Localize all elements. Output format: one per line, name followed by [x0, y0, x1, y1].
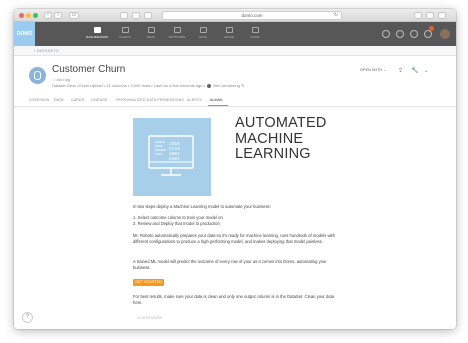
nav-item-alerts[interactable]: ALERTS — [112, 22, 138, 46]
dataset-header: Customer Churn ☆ Add tag Dataset View • … — [14, 56, 456, 96]
chat-icon — [147, 27, 155, 33]
more-icon — [251, 27, 259, 33]
back-button[interactable]: ‹ — [44, 12, 52, 19]
store-icon — [173, 27, 181, 33]
step-2-text: 2. Review and Deploy that model to produ… — [133, 221, 220, 226]
automl-heading: AUTOMATED MACHINE LEARNING — [235, 115, 327, 162]
tab-personalized-data-permissions[interactable]: PERSONALIZED DATA PERMISSIONS — [116, 98, 184, 102]
breadcrumb-bar: ‹ DATASETS — [14, 46, 456, 56]
alert-icon — [121, 27, 129, 33]
share-icon[interactable]: ⇪ — [398, 67, 403, 74]
zoom-window-button[interactable] — [33, 13, 38, 18]
nav-item-appstore[interactable]: APPSTORE — [164, 22, 190, 46]
share-page-icon[interactable] — [426, 12, 434, 19]
open-with-dropdown[interactable]: OPEN WITH ⌄ — [360, 68, 387, 72]
owner-name[interactable]: Ben Armstrong — [213, 83, 239, 88]
best-results-text: For best results, make sure your data is… — [133, 294, 335, 305]
browser-toolbar: ‹ › ▭ domo.com ↻ — [14, 9, 456, 22]
prediction-text: A trained ML model will predict the outc… — [133, 259, 327, 270]
minimize-window-button[interactable] — [26, 13, 31, 18]
reload-icon[interactable]: ↻ — [334, 12, 338, 19]
tab-automl[interactable]: AutoML — [210, 98, 223, 102]
dashboard-icon — [93, 27, 101, 33]
wrench-icon[interactable]: 🔧 — [411, 67, 418, 74]
share-icon[interactable] — [132, 12, 140, 19]
shield-icon[interactable] — [120, 12, 128, 19]
ml-illustration: 1010 0110 1001 0101 — [133, 118, 211, 196]
chevron-down-icon[interactable]: ⌄ — [424, 68, 428, 74]
dataset-meta: Dataset View • Excel Upload • 21 columns… — [52, 83, 245, 88]
bell-icon[interactable] — [424, 30, 432, 38]
address-bar[interactable]: domo.com ↻ — [162, 11, 342, 20]
page-title: Customer Churn — [52, 64, 126, 75]
nav-item-buzz[interactable]: BUZZ — [138, 22, 164, 46]
database-icon — [199, 27, 207, 33]
description-text: Mr. Roboto automatically prepares your d… — [133, 233, 335, 244]
computer-binary-icon: 1010 0110 1001 0101 — [148, 135, 194, 176]
extension-icon[interactable] — [144, 12, 152, 19]
tab-overview[interactable]: OVERVIEW — [29, 98, 50, 102]
nav-item-dashboards[interactable]: DASHBOARDS — [84, 22, 110, 46]
edit-icon[interactable]: ✎ — [241, 83, 244, 88]
download-icon[interactable] — [414, 12, 422, 19]
notification-badge — [429, 26, 434, 31]
tab-cards[interactable]: CARDS — [71, 98, 84, 102]
nav-item-admin[interactable]: ADMIN — [216, 22, 242, 46]
breadcrumb-datasets[interactable]: ‹ DATASETS — [34, 48, 59, 53]
intro-text: In two steps deploy a Machine Learning m… — [133, 204, 271, 209]
url-text: domo.com — [241, 13, 263, 18]
forward-button[interactable]: › — [54, 12, 62, 19]
tab-alerts[interactable]: ALERTS — [187, 98, 202, 102]
help-button[interactable]: ? — [22, 312, 33, 323]
domo-nav-bar: DOMO DASHBOARDS ALERTS BUZZ APPSTORE DAT… — [14, 22, 456, 46]
avatar[interactable] — [440, 29, 450, 39]
sidebar-toggle-button[interactable]: ▭ — [69, 12, 79, 19]
browser-window: ‹ › ▭ domo.com ↻ DOMO DASHBOARDS ALERTS … — [14, 9, 456, 329]
tab-data[interactable]: DATA — [54, 98, 64, 102]
nav-item-data[interactable]: DATA — [190, 22, 216, 46]
domo-logo[interactable]: DOMO — [14, 22, 35, 46]
active-tab-indicator — [208, 105, 228, 106]
automl-content: 1010 0110 1001 0101 AUTOMATED MACHINE LE… — [14, 107, 456, 329]
nav-item-more[interactable]: MORE — [242, 22, 268, 46]
grid-icon[interactable] — [410, 30, 418, 38]
learn-more-link[interactable]: LEARN MORE — [137, 316, 163, 320]
search-icon[interactable] — [382, 30, 390, 38]
dataset-tabs: OVERVIEW DATA CARDS LINEAGE PERSONALIZED… — [14, 96, 456, 107]
owner-avatar — [207, 83, 212, 88]
tabs-overview-icon[interactable] — [438, 12, 446, 19]
get-started-button[interactable]: GET STARTED — [133, 279, 164, 286]
tab-lineage[interactable]: LINEAGE — [91, 98, 108, 102]
svg-text:0101: 0101 — [169, 156, 180, 162]
gear-icon — [225, 27, 233, 33]
close-window-button[interactable] — [19, 13, 24, 18]
add-tag-link[interactable]: ☆ Add tag — [52, 77, 70, 82]
dataset-icon — [29, 67, 46, 84]
plus-icon[interactable] — [396, 30, 404, 38]
